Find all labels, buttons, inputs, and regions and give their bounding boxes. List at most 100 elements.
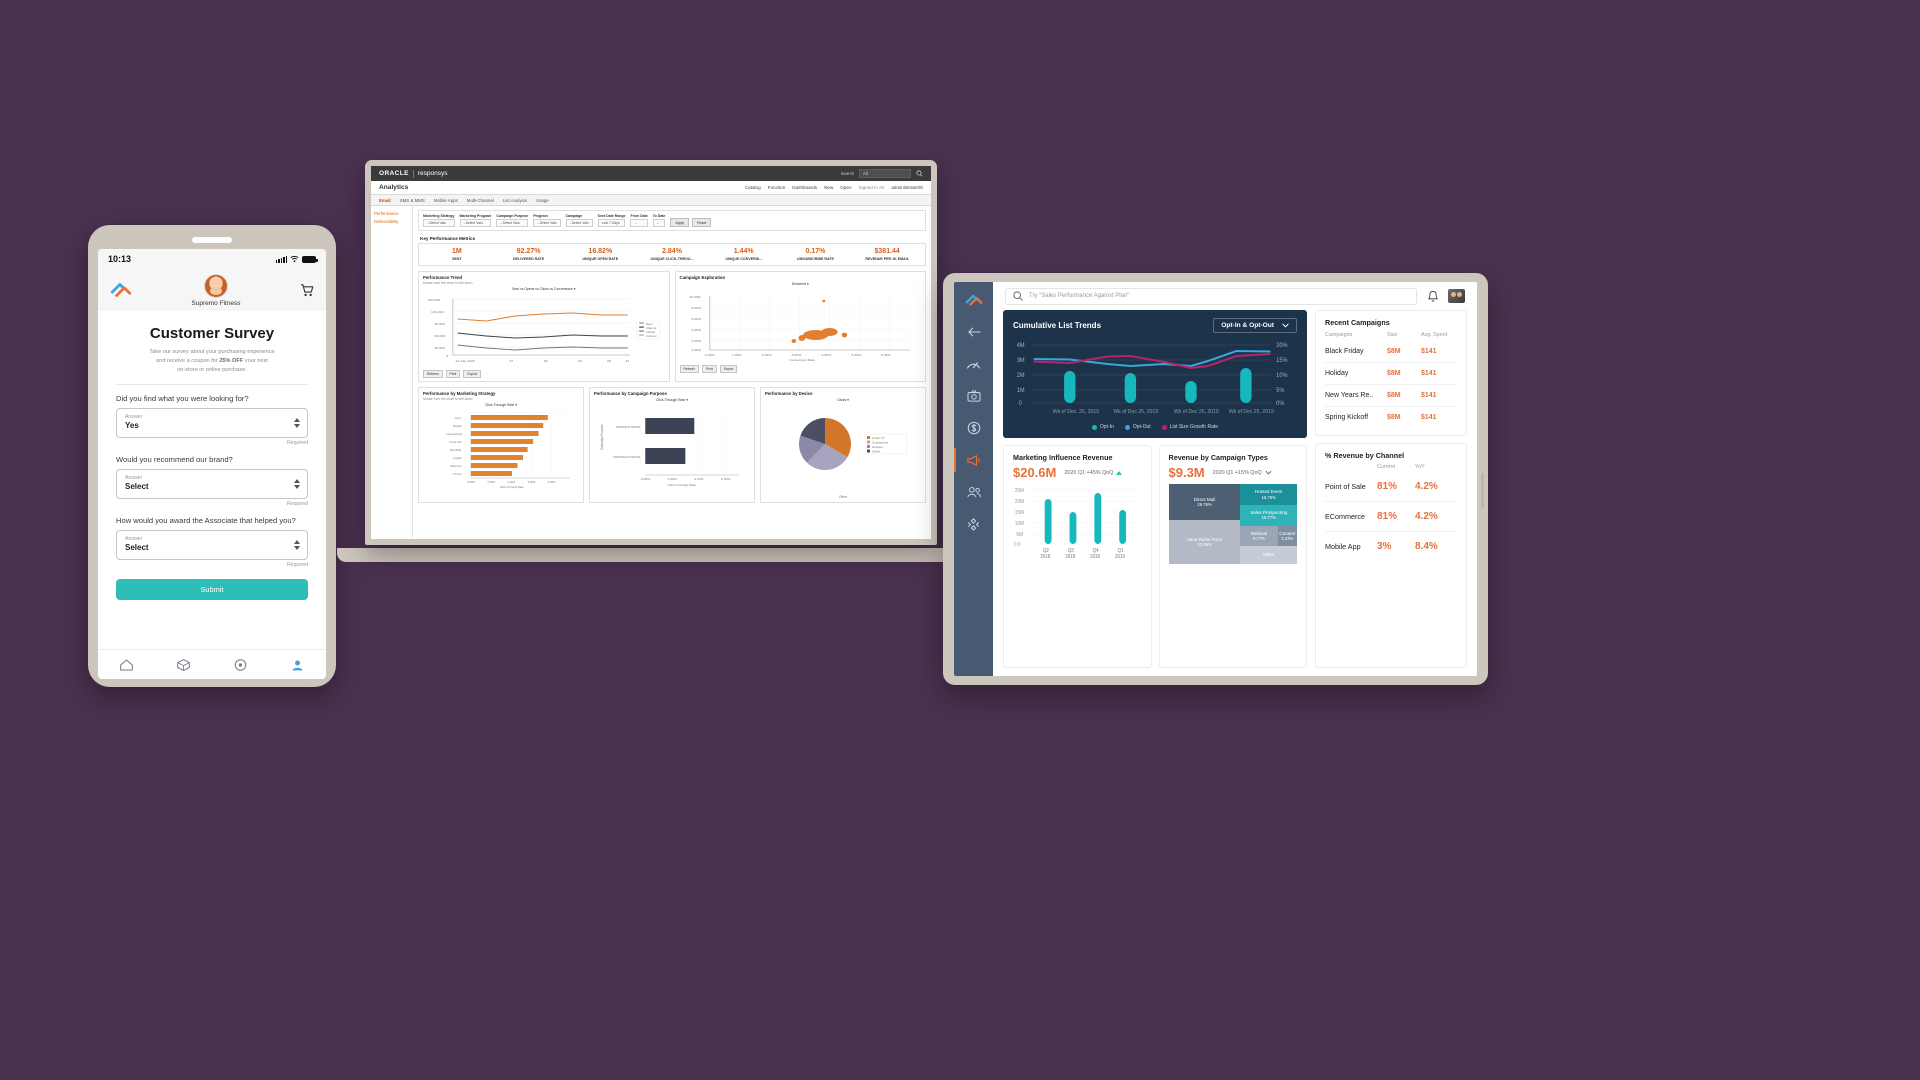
refresh-button-2[interactable]: Refresh: [679, 365, 700, 373]
table-row[interactable]: Mobile App 3% 8.4%: [1325, 532, 1457, 561]
answer-select-3[interactable]: Answer Select: [116, 530, 308, 561]
tab-multi-channel[interactable]: Multi-Channel: [467, 198, 494, 203]
filter-campaign-purpose[interactable]: Campaign Purpose --Select Valu: [496, 214, 529, 227]
sidebar-item-deliverability[interactable]: Deliverability: [374, 219, 409, 224]
speedometer-icon[interactable]: [965, 355, 983, 373]
filter-marketing-program[interactable]: Marketing Program --Select Valu: [459, 214, 492, 227]
menu-item-open[interactable]: Open: [840, 185, 851, 190]
avatar[interactable]: [1448, 289, 1465, 303]
answer-value-1: Yes: [125, 420, 139, 430]
profile-icon[interactable]: [290, 658, 305, 672]
svg-text:0.00%: 0.00%: [641, 477, 651, 481]
sidebar-item-performance[interactable]: Performance: [374, 211, 409, 216]
chevron-down-icon[interactable]: [1265, 470, 1272, 475]
table-row[interactable]: Holiday $8M $141: [1325, 363, 1457, 385]
submit-button[interactable]: Submit: [116, 579, 308, 601]
search-input[interactable]: Try "Sales Performance Against Plan": [1005, 287, 1417, 305]
kpi-label-4: UNIQUE CONVERSI...: [725, 257, 763, 261]
menu-item-catalog[interactable]: Catalog: [745, 185, 761, 190]
tab-sms-mms[interactable]: SMS & MMS: [400, 198, 425, 203]
treemap-cell-content[interactable]: Content 4.23%: [1277, 525, 1297, 547]
performance-trend-dropdown[interactable]: Sent vs Opens vs Clicks vs Conversions ▾: [423, 287, 665, 291]
menu-item-dashboards[interactable]: Dashboards: [792, 185, 817, 190]
tab-usage[interactable]: Usage: [536, 198, 549, 203]
answer-select-1[interactable]: Answer Yes: [116, 407, 308, 438]
filter-campaign[interactable]: Campaign --Select Valu: [565, 214, 593, 227]
question-label-2: Would you recommend our brand?: [116, 454, 233, 464]
table-row[interactable]: Black Friday $8M $141: [1325, 341, 1457, 363]
chevron-stepper-icon-1[interactable]: [294, 417, 300, 428]
chevron-stepper-icon-3[interactable]: [294, 540, 300, 551]
filter-label-7: To Date: [652, 214, 666, 218]
by-strategy-dropdown[interactable]: Click-Through Rate ▾: [423, 403, 579, 407]
svg-text:150,000: 150,000: [428, 298, 441, 302]
menu-item-function[interactable]: Function: [768, 185, 786, 190]
filter-label-1: Marketing Program: [459, 214, 492, 218]
search-icon[interactable]: [916, 170, 923, 177]
filter-label-2: Campaign Purpose: [496, 214, 529, 218]
reset-button[interactable]: Reset: [692, 218, 712, 227]
filter-program[interactable]: Program --Select Valu: [533, 214, 561, 227]
revenue-by-channel-card: % Revenue by Channel Current YoY Point o…: [1315, 443, 1467, 668]
treemap-cell-webinar[interactable]: Webinar 9.77%: [1240, 525, 1278, 547]
filter-sent-date-range[interactable]: Sent Date Range Last 7 Days: [597, 214, 626, 227]
print-button-2[interactable]: Print: [702, 365, 717, 373]
campaign-size-0: $8M: [1387, 348, 1401, 355]
svg-text:Conver: Conver: [646, 334, 658, 338]
filter-bar: Marketing Strategy --Select Valu Marketi…: [418, 210, 926, 231]
chevron-stepper-icon-2[interactable]: [294, 479, 300, 490]
brand-name: Supremo Fitness: [191, 299, 241, 307]
cumulative-legend: Opt-In Opt-Out List Size Growth Rate: [1013, 424, 1297, 430]
tab-email[interactable]: Email: [379, 198, 391, 203]
global-search-input[interactable]: All: [859, 169, 911, 178]
by-purpose-dropdown[interactable]: Click-Through Rate ▾: [594, 398, 750, 402]
treemap-cell-direct-mail[interactable]: Direct Mail 29.79%: [1168, 484, 1241, 520]
survey-subtitle-line3: on-store or online purchase.: [177, 367, 247, 374]
table-row[interactable]: Point of Sale 81% 4.2%: [1325, 472, 1457, 502]
svg-text:3.00%: 3.00%: [791, 353, 801, 357]
table-row[interactable]: Spring Kickoff $8M $141: [1325, 407, 1457, 428]
camera-icon[interactable]: [965, 387, 983, 405]
filter-from-date[interactable]: From Date --: [630, 214, 648, 227]
filter-marketing-strategy[interactable]: Marketing Strategy --Select Valu: [423, 214, 455, 227]
filter-to-date[interactable]: To Date --: [652, 214, 666, 227]
svg-text:6.00%: 6.00%: [881, 353, 891, 357]
table-row[interactable]: ECommerce 81% 4.2%: [1325, 502, 1457, 532]
export-button-2[interactable]: Export: [719, 365, 738, 373]
filter-value-3: --Select Valu: [533, 219, 561, 227]
refresh-button-1[interactable]: Refresh: [423, 370, 443, 378]
cumulative-dropdown[interactable]: Opt-In & Opt-Out: [1213, 318, 1297, 333]
tab-mobile-apps[interactable]: Mobile Apps: [434, 198, 458, 203]
brand-logo-icon[interactable]: [965, 291, 983, 309]
answer-select-2[interactable]: Answer Select: [116, 469, 308, 500]
question-label-3: How would you award the Associate that h…: [116, 516, 296, 526]
home-icon[interactable]: [119, 658, 134, 672]
tab-list-analysis[interactable]: List Analysis: [503, 198, 527, 203]
people-icon[interactable]: [965, 483, 983, 501]
print-button-1[interactable]: Print: [445, 370, 461, 378]
bell-icon[interactable]: [1427, 290, 1439, 303]
treemap-cell-hand-raise-form[interactable]: Hand Raise Form 23.39%: [1168, 520, 1241, 564]
svg-text:2018: 2018: [1065, 554, 1075, 558]
kpi-value-3: 2.84%: [662, 248, 682, 255]
apply-button[interactable]: Apply: [670, 218, 690, 227]
cart-icon[interactable]: [300, 283, 314, 297]
table-row[interactable]: New Years Re.. $8M $141: [1325, 385, 1457, 407]
apps-icon[interactable]: [965, 515, 983, 533]
menu-item-new[interactable]: New: [824, 185, 833, 190]
treemap-cell-other[interactable]: Other: [1240, 546, 1297, 564]
scrollbar[interactable]: [1481, 473, 1484, 509]
svg-text:4.00%: 4.00%: [548, 480, 556, 484]
treemap-cell-sales-prospecting[interactable]: Sales Prospecting 15.77%: [1240, 504, 1297, 526]
treemap-cell-hosted-event[interactable]: Hosted Event 16.79%: [1240, 484, 1297, 505]
box-icon[interactable]: [176, 658, 191, 672]
laptop-base: [337, 548, 962, 562]
location-icon[interactable]: [233, 658, 248, 672]
by-device-dropdown[interactable]: Clicks ▾: [765, 398, 921, 402]
dollar-circle-icon[interactable]: [965, 419, 983, 437]
megaphone-icon[interactable]: [954, 448, 983, 472]
export-button-1[interactable]: Export: [463, 370, 481, 378]
campaign-exploration-dropdown[interactable]: Delivered ▾: [680, 282, 922, 286]
back-arrow-icon[interactable]: [965, 323, 983, 341]
user-name[interactable]: administrator00: [891, 185, 923, 190]
